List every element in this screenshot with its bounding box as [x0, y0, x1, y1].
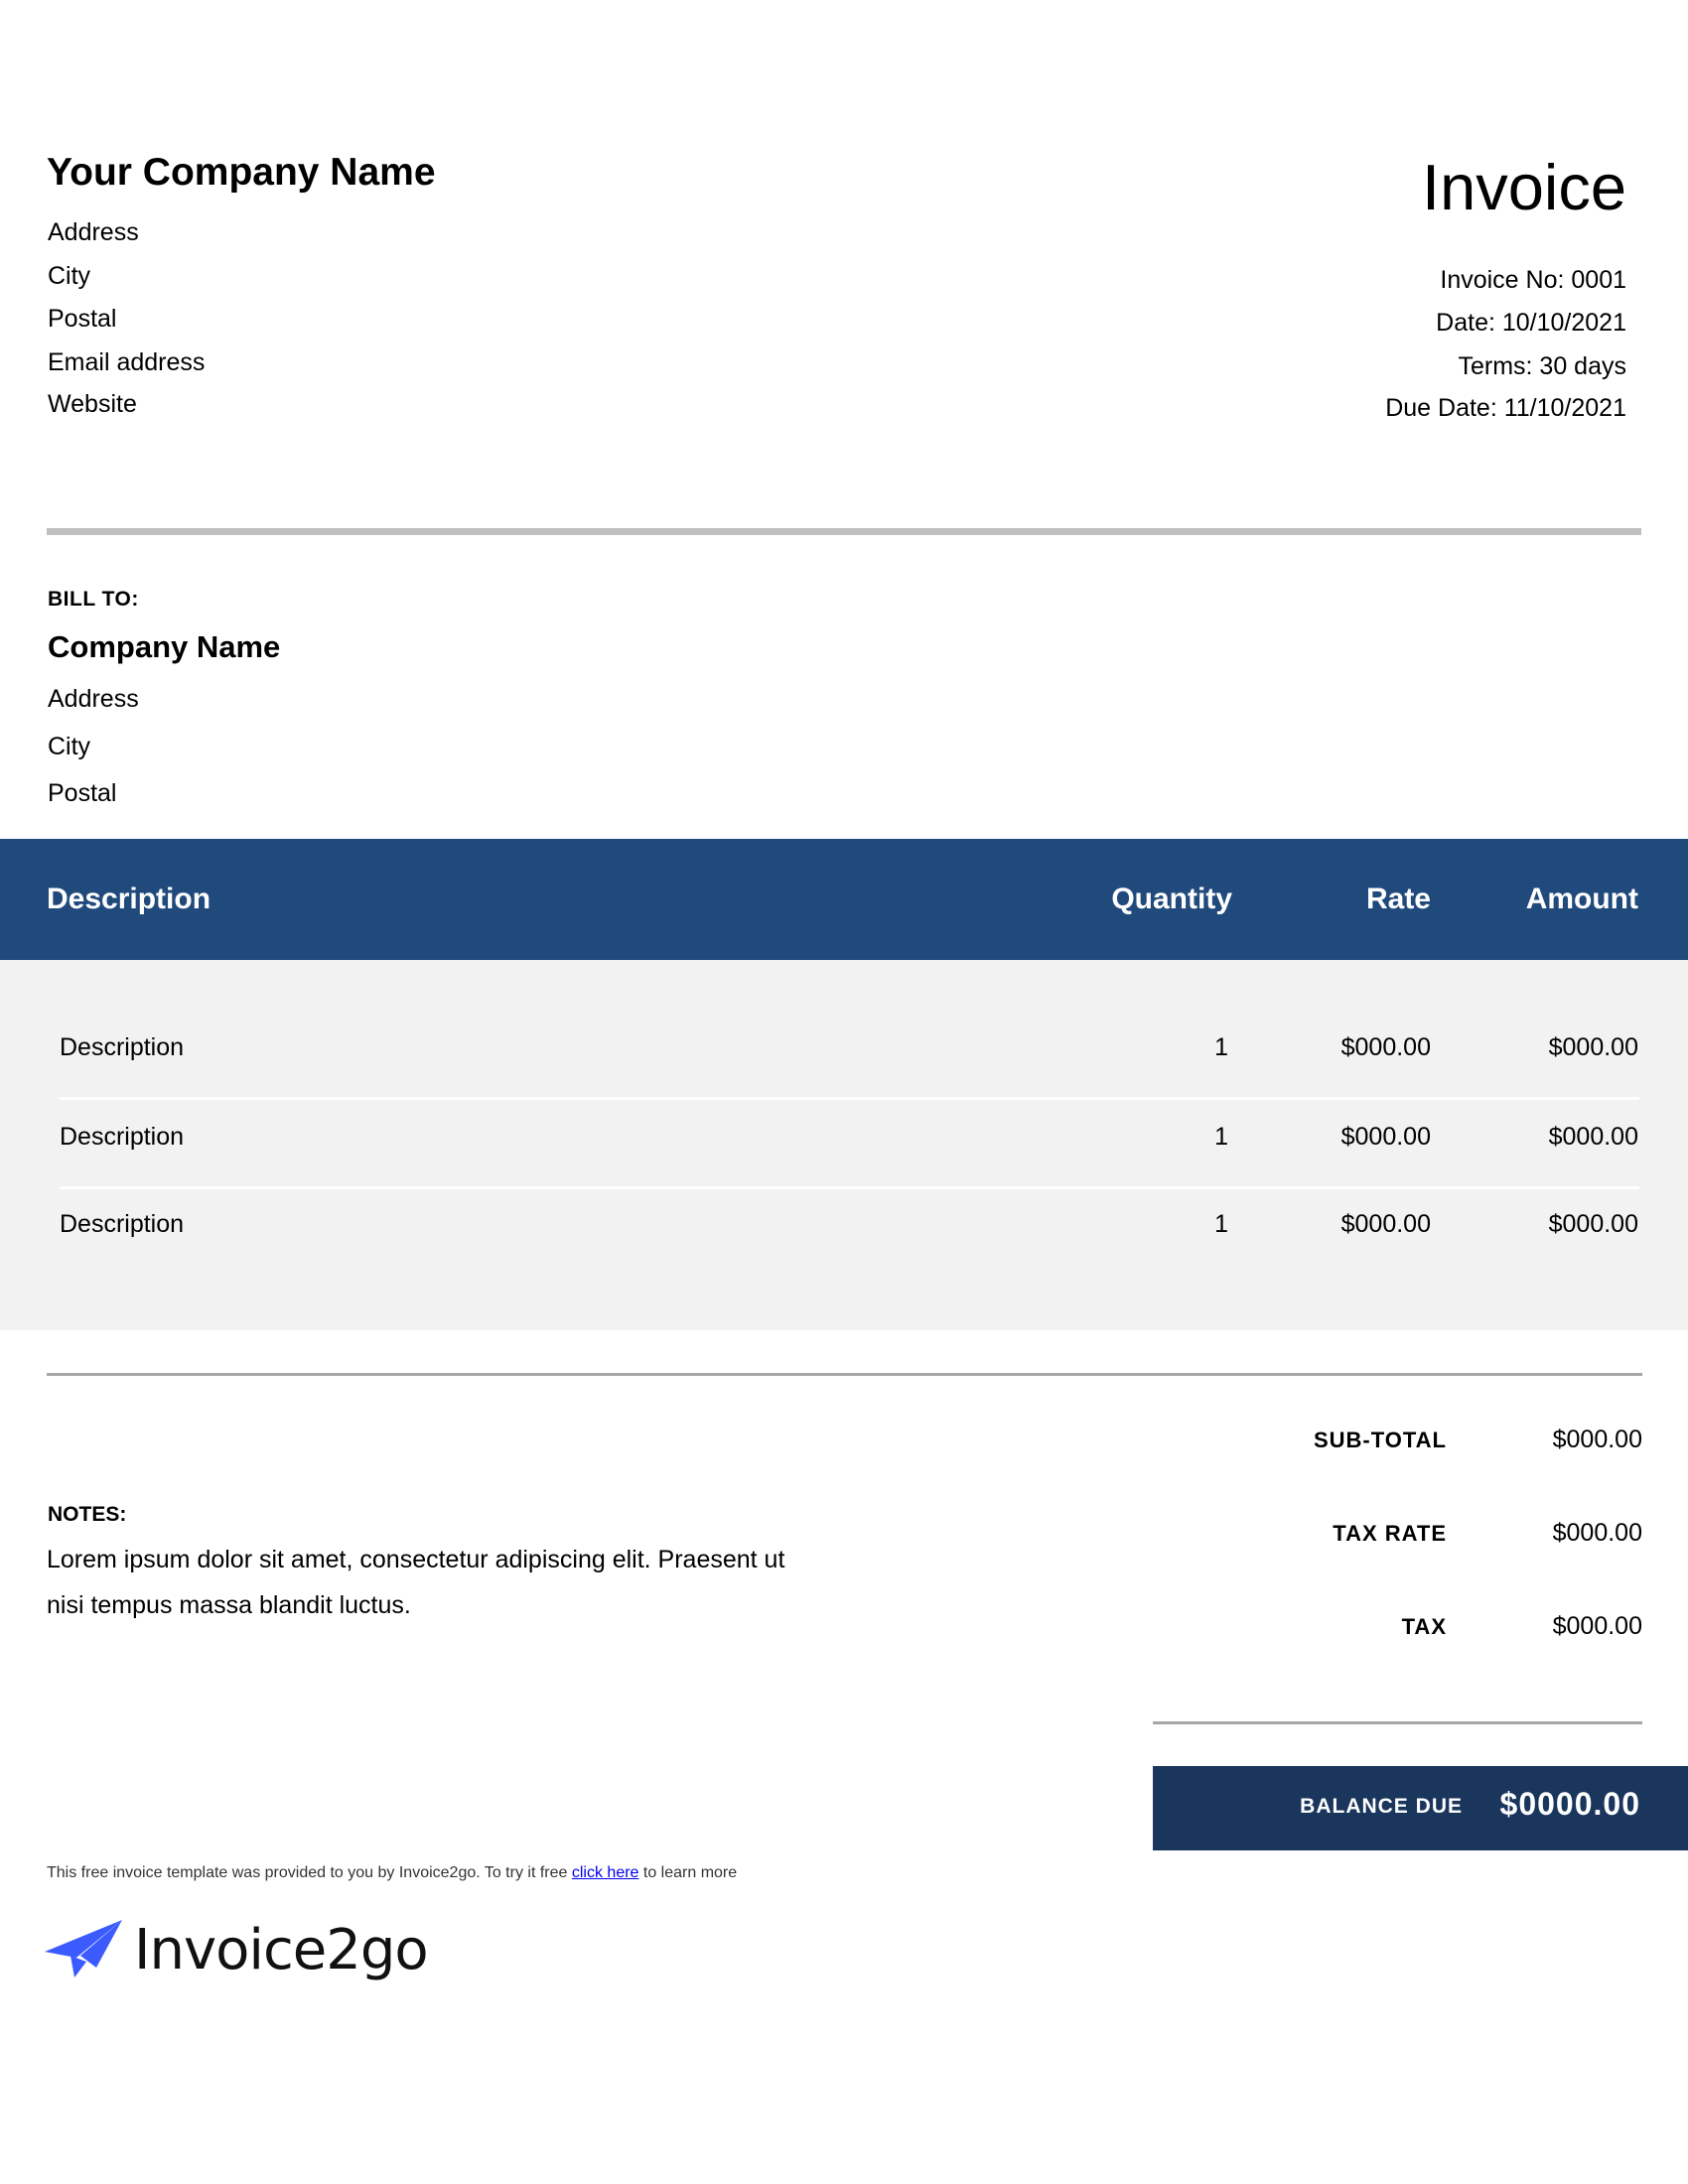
bill-to-city: City [48, 733, 91, 760]
row-quantity: 1 [1214, 1033, 1228, 1061]
balance-due-label: BALANCE DUE [1300, 1795, 1463, 1818]
row-separator [60, 1097, 1639, 1100]
table-row: Description 1 $000.00 $000.00 [0, 1122, 1688, 1152]
row-amount: $000.00 [1548, 1033, 1638, 1061]
row-amount: $000.00 [1548, 1123, 1638, 1151]
row-rate: $000.00 [1340, 1123, 1431, 1151]
notes-text-line: Lorem ipsum dolor sit amet, consectetur … [47, 1546, 785, 1573]
row-rate: $000.00 [1340, 1210, 1431, 1238]
notes-label: NOTES: [48, 1503, 127, 1526]
bill-to-company-name: Company Name [48, 629, 281, 664]
sender-postal: Postal [48, 305, 117, 333]
subtotal-label: SUB-TOTAL [1313, 1428, 1447, 1452]
row-quantity: 1 [1214, 1123, 1228, 1151]
row-description: Description [60, 1210, 185, 1238]
logo-text: Invoice2go [134, 1918, 429, 1982]
items-table-header: Description Quantity Rate Amount [0, 839, 1688, 960]
sender-company-name: Your Company Name [47, 151, 436, 194]
items-table-body: Description 1 $000.00 $000.00 Descriptio… [0, 960, 1688, 1330]
row-description: Description [60, 1123, 185, 1151]
column-header-description: Description [47, 883, 211, 915]
invoice2go-logo: Invoice2go [45, 1918, 429, 1982]
invoice-terms: Terms: 30 days [1458, 352, 1626, 380]
sender-email: Email address [48, 348, 206, 376]
sender-city: City [48, 262, 91, 290]
column-header-quantity: Quantity [1111, 883, 1232, 915]
invoice-date: Date: 10/10/2021 [1436, 309, 1626, 337]
column-header-rate: Rate [1365, 883, 1431, 915]
footer-note: This free invoice template was provided … [47, 1864, 737, 1882]
tax-rate-value: $000.00 [1552, 1519, 1642, 1547]
row-rate: $000.00 [1340, 1033, 1431, 1061]
sender-website: Website [48, 390, 137, 418]
row-amount: $000.00 [1548, 1210, 1638, 1238]
table-row: Description 1 $000.00 $000.00 [0, 1209, 1688, 1239]
totals-divider [47, 1373, 1642, 1376]
row-description: Description [60, 1033, 185, 1061]
balance-due-value: $0000.00 [1499, 1786, 1640, 1822]
footer-text-before: This free invoice template was provided … [47, 1864, 572, 1881]
click-here-link[interactable]: click here [572, 1864, 639, 1881]
table-row: Description 1 $000.00 $000.00 [0, 1032, 1688, 1062]
footer-text-after: to learn more [638, 1864, 738, 1881]
bill-to-label: BILL TO: [48, 588, 139, 611]
row-separator [60, 1186, 1639, 1189]
bill-to-address: Address [48, 685, 139, 713]
invoice-title: Invoice [1422, 151, 1626, 223]
bill-to-postal: Postal [48, 779, 117, 807]
balance-divider [1153, 1721, 1642, 1724]
invoice-due-date: Due Date: 11/10/2021 [1385, 394, 1626, 422]
tax-value: $000.00 [1552, 1612, 1642, 1640]
paper-plane-icon [45, 1918, 122, 1982]
subtotal-value: $000.00 [1552, 1426, 1642, 1453]
column-header-amount: Amount [1525, 883, 1638, 915]
balance-due-box: BALANCE DUE $0000.00 [1153, 1766, 1688, 1850]
invoice-number: Invoice No: 0001 [1440, 266, 1626, 294]
tax-label: TAX [1401, 1614, 1447, 1639]
sender-address: Address [48, 218, 139, 246]
notes-text-line: nisi tempus massa blandit luctus. [47, 1591, 411, 1619]
tax-rate-label: TAX RATE [1333, 1521, 1447, 1546]
row-quantity: 1 [1214, 1210, 1228, 1238]
header-divider [47, 528, 1641, 535]
